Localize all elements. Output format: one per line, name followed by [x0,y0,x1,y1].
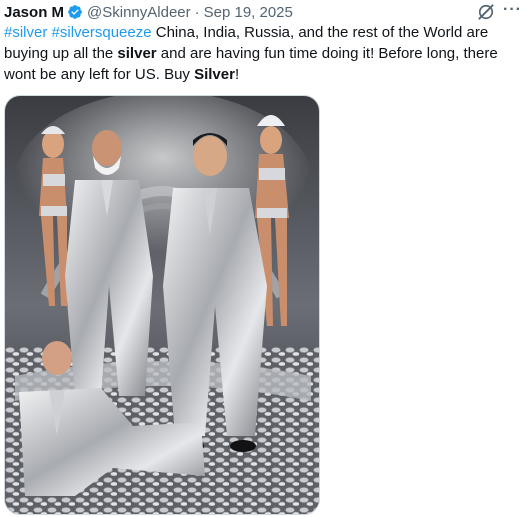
tweet-header: Jason M @SkinnyAldeer · Sep 19, 2025 [4,3,293,21]
post-date[interactable]: Sep 19, 2025 [204,4,293,21]
separator-dot: · [194,3,200,21]
author-name[interactable]: Jason M [4,4,64,21]
tweet[interactable]: Jason M @SkinnyAldeer · Sep 19, 2025 ···… [0,0,526,517]
more-icon[interactable]: ··· [503,1,522,19]
tweet-text: #silver #silversqueeze China, India, Rus… [4,22,520,85]
grok-icon[interactable] [476,2,496,22]
tweet-image[interactable] [4,95,320,515]
verified-badge-icon [68,5,82,19]
hashtag-link[interactable]: #silver [4,24,47,41]
bold-text: Silver [194,66,235,83]
hashtag-link[interactable]: #silversqueeze [52,24,152,41]
silver-party-image [5,96,319,514]
bold-text: silver [117,45,157,62]
tweet-text-segment: ! [234,66,240,83]
author-handle[interactable]: @SkinnyAldeer [87,4,191,21]
